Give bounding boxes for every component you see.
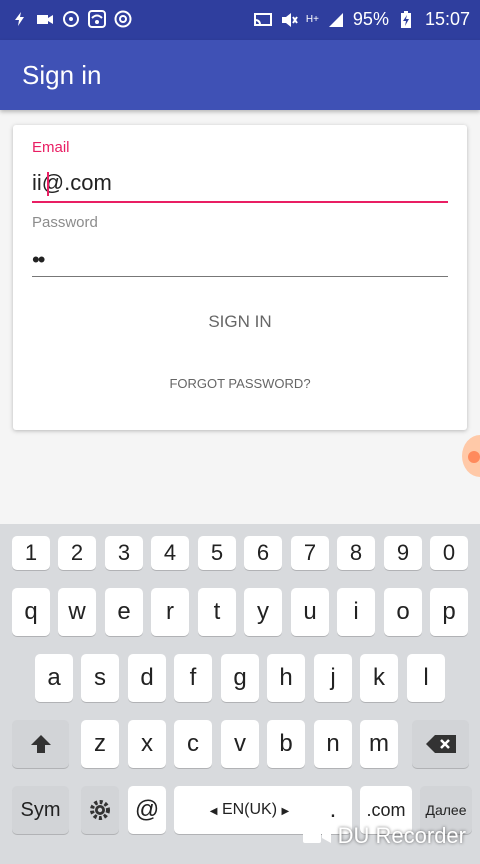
settings-key[interactable] bbox=[81, 786, 119, 834]
key-b[interactable]: b bbox=[267, 720, 305, 768]
key-k[interactable]: k bbox=[360, 654, 398, 702]
chevron-left-icon: ◀ bbox=[209, 806, 218, 817]
key-w[interactable]: w bbox=[58, 588, 96, 636]
mute-icon bbox=[281, 12, 298, 27]
key-9[interactable]: 9 bbox=[384, 536, 422, 570]
shift-arrow-icon bbox=[30, 735, 51, 753]
key-x[interactable]: x bbox=[128, 720, 166, 768]
key-z[interactable]: z bbox=[81, 720, 119, 768]
key-u[interactable]: u bbox=[291, 588, 329, 636]
key-o[interactable]: o bbox=[384, 588, 422, 636]
status-bar: H+ 95% 15:07 bbox=[0, 0, 480, 40]
backspace-icon bbox=[425, 735, 456, 753]
key-8[interactable]: 8 bbox=[337, 536, 375, 570]
key-4[interactable]: 4 bbox=[151, 536, 189, 570]
sign-in-card: Email ii@.com Password •• SIGN IN FORGOT… bbox=[13, 125, 467, 430]
key-6[interactable]: 6 bbox=[244, 536, 282, 570]
key-3[interactable]: 3 bbox=[105, 536, 143, 570]
key-v[interactable]: v bbox=[221, 720, 259, 768]
key-0[interactable]: 0 bbox=[430, 536, 468, 570]
battery-percent: 95% bbox=[352, 9, 389, 29]
video-camera-icon bbox=[302, 829, 331, 843]
watermark-text: DU Recorder bbox=[337, 823, 466, 848]
forgot-password-button[interactable]: FORGOT PASSWORD? bbox=[153, 373, 327, 395]
shift-key[interactable] bbox=[12, 720, 69, 768]
email-label: Email bbox=[32, 139, 70, 156]
text-cursor bbox=[47, 172, 49, 196]
browser-icon bbox=[114, 10, 132, 28]
viber-icon bbox=[63, 11, 79, 27]
sign-in-button[interactable]: SIGN IN bbox=[163, 307, 317, 337]
soft-keyboard: 1 2 3 4 5 6 7 8 9 0 q w e r t y u i o p … bbox=[0, 524, 480, 864]
key-n[interactable]: n bbox=[314, 720, 352, 768]
key-g[interactable]: g bbox=[221, 654, 259, 702]
email-underline bbox=[32, 201, 448, 203]
key-s[interactable]: s bbox=[81, 654, 119, 702]
key-c[interactable]: c bbox=[174, 720, 212, 768]
password-input[interactable]: •• bbox=[32, 247, 45, 273]
password-underline bbox=[32, 276, 448, 277]
backspace-key[interactable] bbox=[412, 720, 469, 768]
language-label: EN(UK) bbox=[221, 801, 278, 818]
key-t[interactable]: t bbox=[198, 588, 236, 636]
key-e[interactable]: e bbox=[105, 588, 143, 636]
key-h[interactable]: h bbox=[267, 654, 305, 702]
recorder-watermark: DU Recorder bbox=[302, 823, 466, 849]
sym-key[interactable]: Sym bbox=[12, 786, 69, 834]
flash-icon bbox=[15, 12, 24, 26]
key-m[interactable]: m bbox=[360, 720, 398, 768]
key-j[interactable]: j bbox=[314, 654, 352, 702]
email-input[interactable]: ii@.com bbox=[32, 170, 112, 196]
signal-icon bbox=[328, 12, 343, 27]
video-camera-icon bbox=[37, 15, 53, 24]
key-r[interactable]: r bbox=[151, 588, 189, 636]
key-l[interactable]: l bbox=[407, 654, 445, 702]
wifi-icon bbox=[88, 10, 106, 28]
page-title: Sign in bbox=[22, 60, 102, 90]
key-a[interactable]: a bbox=[35, 654, 73, 702]
key-2[interactable]: 2 bbox=[58, 536, 96, 570]
key-f[interactable]: f bbox=[174, 654, 212, 702]
network-type-label: H+ bbox=[305, 14, 319, 25]
key-1[interactable]: 1 bbox=[12, 536, 50, 570]
battery-charging-icon bbox=[400, 10, 411, 28]
password-label: Password bbox=[32, 214, 98, 231]
key-d[interactable]: d bbox=[128, 654, 166, 702]
key-5[interactable]: 5 bbox=[198, 536, 236, 570]
floating-recorder-bubble[interactable] bbox=[462, 435, 480, 477]
key-p[interactable]: p bbox=[430, 588, 468, 636]
clock: 15:07 bbox=[424, 9, 470, 29]
chevron-right-icon: ▶ bbox=[281, 806, 290, 817]
key-y[interactable]: y bbox=[244, 588, 282, 636]
key-i[interactable]: i bbox=[337, 588, 375, 636]
at-key[interactable]: @ bbox=[128, 786, 166, 834]
key-7[interactable]: 7 bbox=[291, 536, 329, 570]
gear-icon bbox=[90, 800, 110, 820]
app-bar: Sign in bbox=[0, 40, 480, 110]
key-q[interactable]: q bbox=[12, 588, 50, 636]
cast-icon bbox=[253, 12, 272, 26]
